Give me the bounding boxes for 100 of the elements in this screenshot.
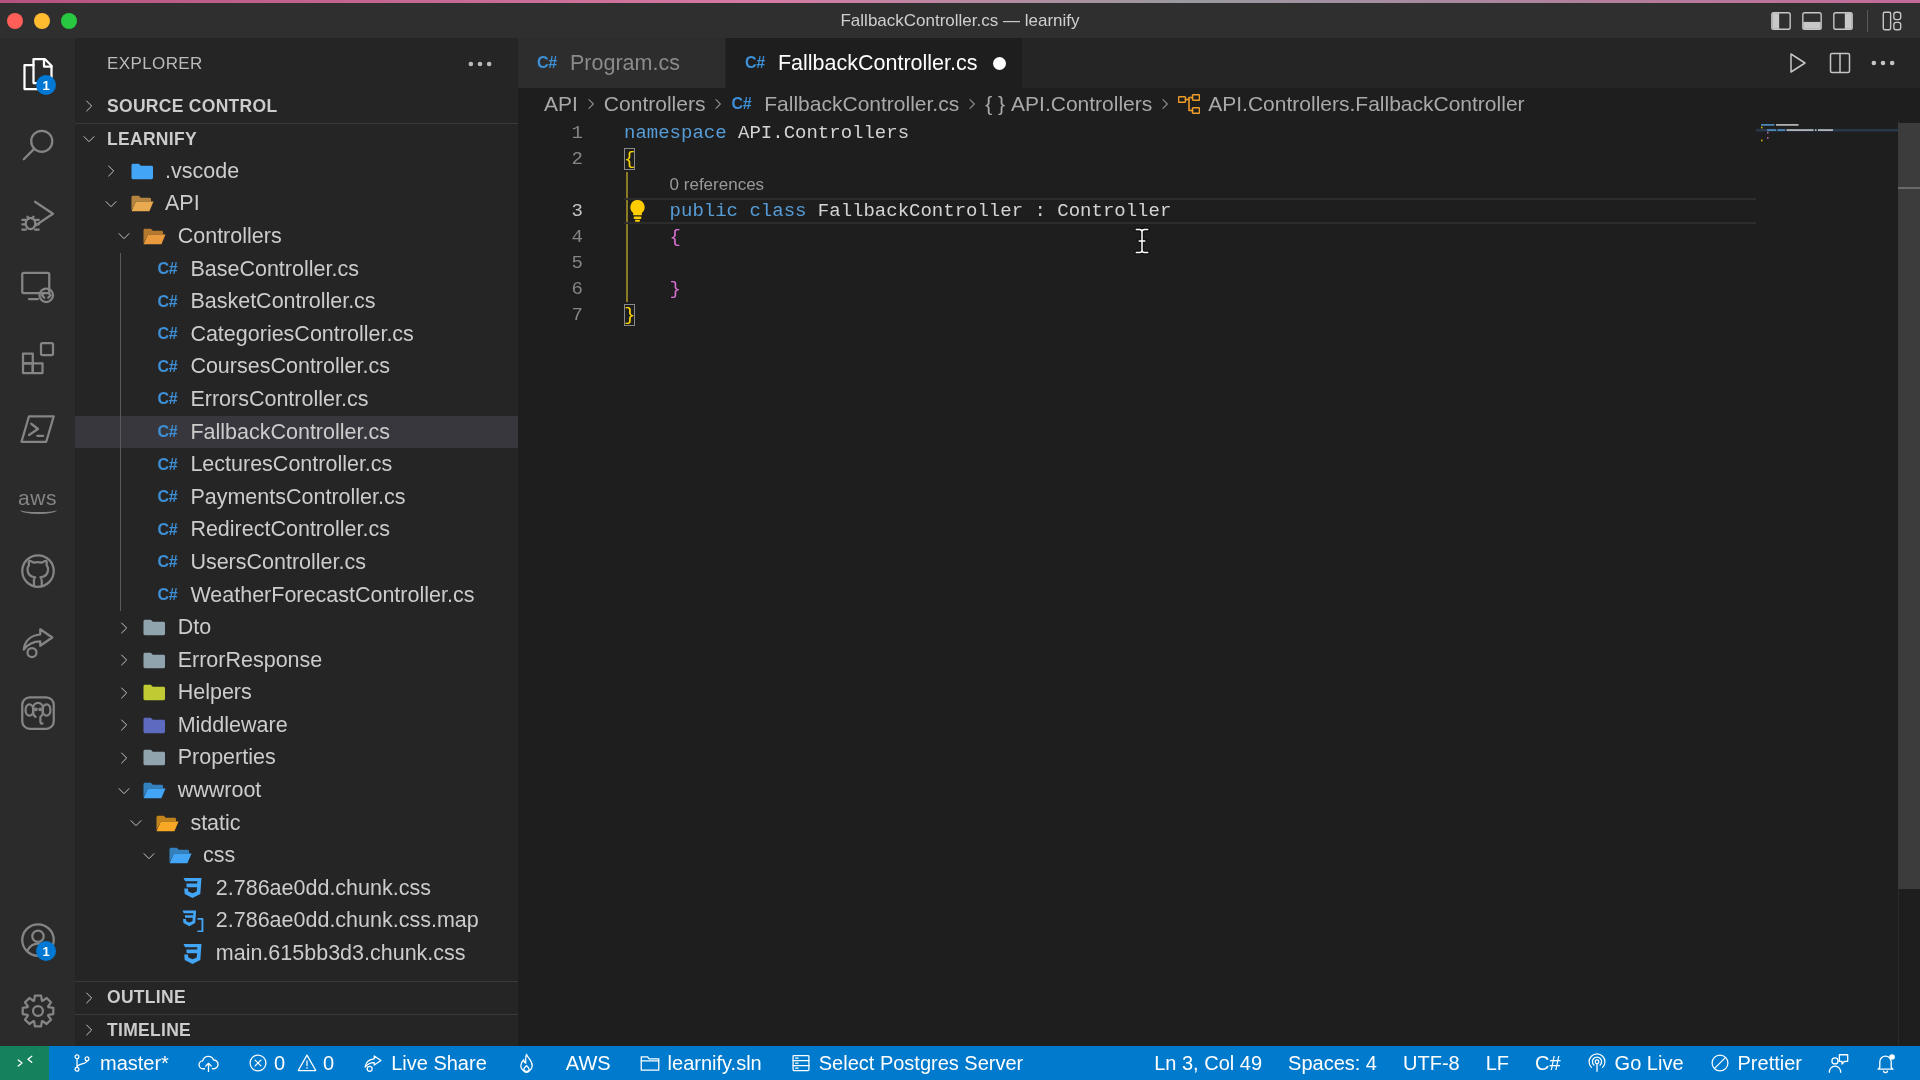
person-speech-icon[interactable]: [1828, 1052, 1849, 1074]
tree-item[interactable]: main.615bb3d3.chunk.css: [75, 937, 518, 970]
close-button[interactable]: [7, 12, 23, 29]
tree-item[interactable]: 2.786ae0dd.chunk.css: [75, 872, 518, 905]
tree-item[interactable]: C# BasketController.cs: [75, 285, 518, 318]
status-bar-item[interactable]: C#: [1529, 1046, 1567, 1080]
csharp-icon: C#: [731, 95, 752, 113]
notification-badge: 1: [36, 75, 56, 95]
tree-item[interactable]: Middleware: [75, 709, 518, 742]
tab[interactable]: C# Program.cs: [518, 38, 726, 88]
csharp-icon: C#: [743, 54, 766, 72]
breadcrumb-item[interactable]: API.Controllers.FallbackController: [1178, 92, 1525, 116]
status-bar-item[interactable]: master*: [66, 1046, 175, 1080]
section-header[interactable]: OUTLINE: [75, 981, 518, 1014]
line-number: 3: [570, 199, 583, 224]
tree-item[interactable]: C# CoursesController.cs: [75, 350, 518, 384]
csharp-icon: C#: [157, 423, 178, 442]
tree-item[interactable]: C# FallbackController.cs: [75, 415, 518, 449]
breadcrumb-item[interactable]: { } API.Controllers: [985, 92, 1153, 116]
tree-item[interactable]: C# CategoriesController.cs: [75, 317, 518, 351]
status-bar-item[interactable]: AWS: [559, 1046, 617, 1080]
csharp-icon: C#: [157, 390, 178, 409]
section-header[interactable]: LEARNIFY: [75, 122, 518, 155]
problems-button[interactable]: 0 0: [241, 1046, 341, 1080]
csharp-icon: C#: [157, 586, 178, 604]
tree-item[interactable]: C# PaymentsController.cs: [75, 480, 518, 514]
status-bar-item[interactable]: Live Share: [357, 1046, 493, 1080]
tree-item[interactable]: C# BaseController.cs: [75, 252, 518, 286]
csharp-icon: C#: [157, 292, 178, 311]
settings-icon[interactable]: [19, 992, 56, 1029]
status-bar-item[interactable]: Select Postgres Server: [784, 1046, 1030, 1080]
tree-item[interactable]: C# LecturesController.cs: [75, 448, 518, 481]
csharp-icon: C#: [157, 488, 178, 507]
tree-item[interactable]: Helpers: [75, 676, 518, 710]
tree-item[interactable]: 2.786ae0dd.chunk.css.map: [75, 904, 518, 938]
more-icon[interactable]: [1871, 60, 1895, 66]
sidebar-title: EXPLORER: [107, 54, 203, 74]
breadcrumb-item[interactable]: API: [544, 92, 578, 116]
csharp-icon: C#: [157, 260, 178, 279]
codelens-link[interactable]: 0 references: [669, 175, 765, 195]
tree-item[interactable]: .vscode: [75, 155, 518, 188]
status-bar-item[interactable]: Ln 3, Col 49: [1148, 1046, 1269, 1080]
tree-item[interactable]: wwwroot: [75, 774, 518, 807]
maximize-button[interactable]: [61, 12, 77, 29]
code-line: {: [624, 148, 636, 170]
code-line: namespace API.Controllers: [624, 122, 910, 144]
line-number: 1: [570, 121, 583, 146]
code-line: {: [669, 226, 681, 248]
tree-item[interactable]: C# RedirectController.cs: [75, 513, 518, 547]
folder-icon: [639, 1053, 660, 1073]
bell-icon[interactable]: [1875, 1052, 1896, 1074]
css-map-file-icon: [181, 909, 204, 932]
bottom-pane-layout-icon[interactable]: [1801, 9, 1823, 32]
csharp-icon: C#: [157, 455, 178, 474]
aws-logo[interactable]: aws: [18, 487, 57, 512]
server-icon: [790, 1053, 811, 1073]
more-icon[interactable]: [468, 61, 492, 67]
csharp-icon: C#: [157, 325, 178, 344]
status-bar-item[interactable]: LF: [1479, 1046, 1515, 1080]
tree-item[interactable]: Dto: [75, 611, 518, 644]
scrollbar-thumb[interactable]: [1898, 123, 1920, 890]
tree-item[interactable]: API: [75, 187, 518, 221]
status-bar-item[interactable]: Prettier: [1703, 1046, 1808, 1080]
right-pane-layout-icon[interactable]: [1832, 9, 1854, 32]
elephant-icon[interactable]: [19, 694, 56, 731]
left-pane-layout-icon[interactable]: [1770, 9, 1792, 32]
status-bar-item[interactable]: Spaces: 4: [1282, 1046, 1383, 1080]
csharp-icon: C#: [536, 54, 558, 72]
css-file-icon: [183, 877, 203, 900]
code-line: }: [669, 278, 681, 300]
tree-item[interactable]: C# WeatherForecastController.cs: [75, 578, 518, 612]
status-bar-item[interactable]: learnify.sln: [633, 1046, 768, 1080]
csharp-icon: C#: [157, 357, 178, 376]
text-cursor-icon: [1134, 227, 1150, 255]
breadcrumb-item[interactable]: Controllers: [603, 92, 706, 116]
css-file-icon: [183, 942, 203, 965]
tree-item[interactable]: C# ErrorsController.cs: [75, 383, 518, 416]
error-icon: [247, 1053, 268, 1073]
tree-item[interactable]: Controllers: [75, 220, 518, 253]
tree-item[interactable]: static: [75, 806, 518, 840]
tree-item[interactable]: css: [75, 839, 518, 873]
tab[interactable]: C# FallbackController.cs: [725, 38, 1024, 88]
account-icon[interactable]: [19, 921, 56, 958]
csharp-icon: C#: [157, 520, 178, 539]
minimize-button[interactable]: [34, 12, 50, 29]
layout-grid-icon[interactable]: [1881, 9, 1903, 32]
breadcrumb-item[interactable]: C# FallbackController.cs: [731, 92, 960, 116]
github-icon[interactable]: [19, 552, 56, 589]
squares-icon[interactable]: [19, 339, 56, 376]
warning-icon: [297, 1053, 318, 1073]
tree-item[interactable]: C# UsersController.cs: [75, 546, 518, 579]
status-bar-item[interactable]: UTF-8: [1397, 1046, 1466, 1080]
line-number: 5: [570, 251, 583, 276]
line-number: 4: [570, 225, 583, 250]
tree-item[interactable]: Properties: [75, 741, 518, 775]
status-bar-item[interactable]: Go Live: [1580, 1046, 1690, 1080]
section-header[interactable]: SOURCE CONTROL: [75, 90, 518, 123]
split-columns-icon[interactable]: [1828, 51, 1852, 75]
tree-item[interactable]: ErrorResponse: [75, 643, 518, 677]
lightbulb-icon[interactable]: [629, 200, 646, 222]
